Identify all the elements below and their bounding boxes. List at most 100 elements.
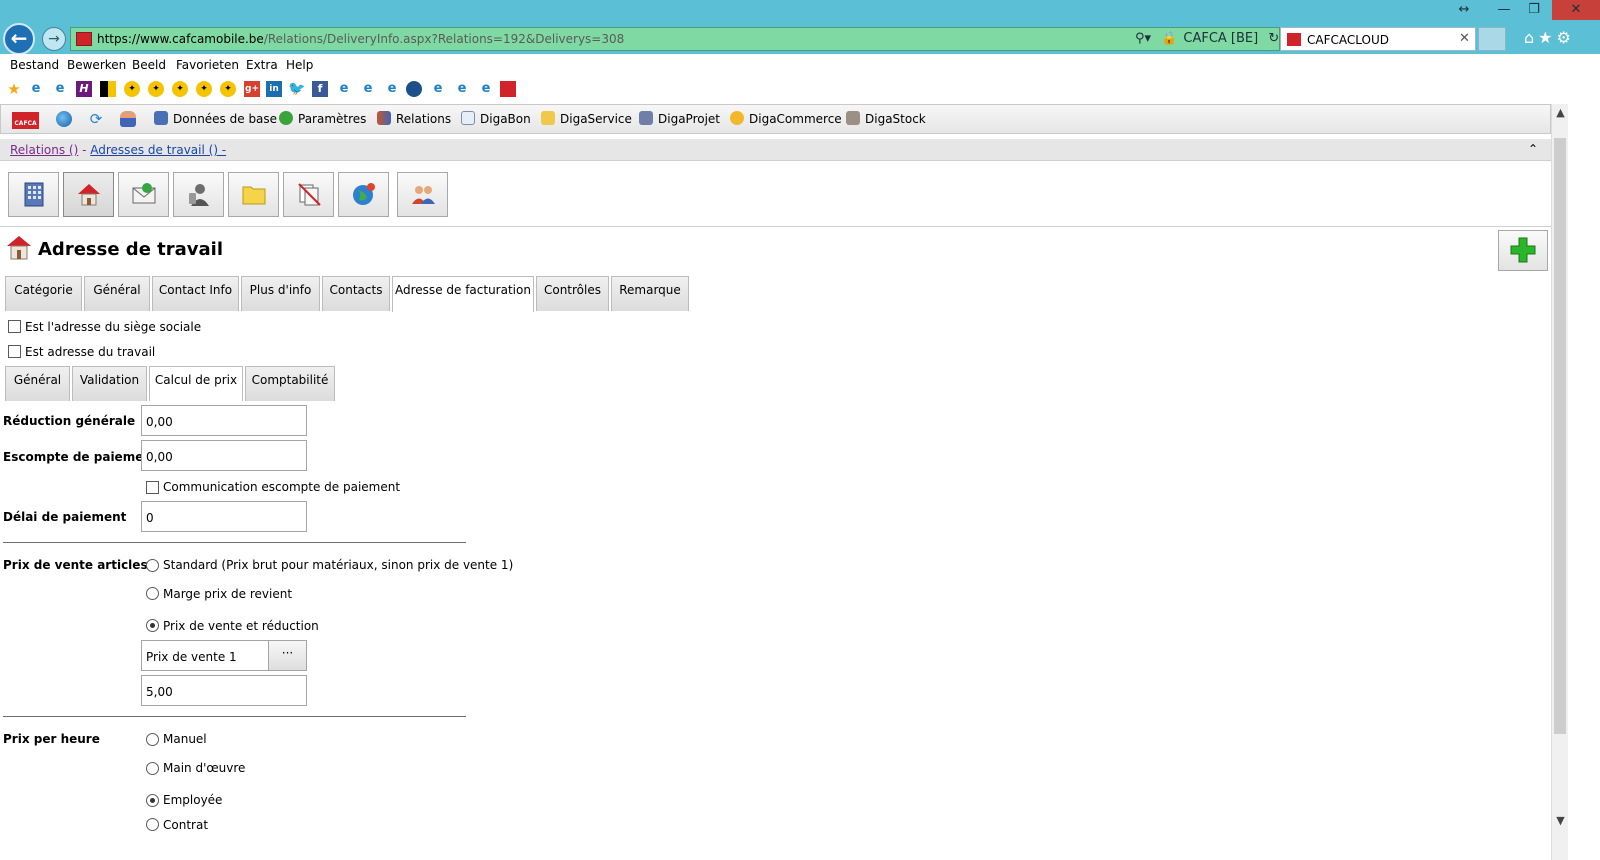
yellow-badge-icon[interactable]: ✦ xyxy=(172,81,188,97)
back-button[interactable]: ← xyxy=(3,23,35,55)
payment-discount-input[interactable]: 0,00 xyxy=(141,440,307,471)
tab-adresse-de-facturation[interactable]: Adresse de facturation xyxy=(392,276,534,312)
ie-page-icon[interactable]: e xyxy=(454,81,470,97)
ie-page-icon[interactable]: e xyxy=(384,81,400,97)
security-label[interactable]: CAFCA [BE] xyxy=(1183,31,1258,46)
pricelist-lookup[interactable]: Prix de vente 1 ··· xyxy=(141,640,307,671)
tab-categorie[interactable]: Catégorie xyxy=(5,276,82,311)
pricelist-browse-button[interactable]: ··· xyxy=(268,641,306,670)
ie-page-icon[interactable]: e xyxy=(360,81,376,97)
new-tab-button[interactable] xyxy=(1478,27,1506,51)
menu-favorieten[interactable]: Favorieten xyxy=(176,58,239,72)
toolbar-donnees-de-base[interactable]: Données de base xyxy=(154,111,277,126)
sale-price-standard-radio[interactable] xyxy=(146,559,159,572)
subtab-calcul-de-prix[interactable]: Calcul de prix xyxy=(149,366,243,401)
work-address-checkbox[interactable] xyxy=(8,345,21,358)
flag-icon[interactable] xyxy=(100,81,116,97)
twitter-icon[interactable]: 🐦 xyxy=(288,81,305,97)
close-tab-icon[interactable]: ✕ xyxy=(1459,31,1470,46)
minimize-button[interactable]: — xyxy=(1492,0,1516,20)
cafca-logo-icon[interactable]: CAFCA xyxy=(12,112,39,129)
toolbar-digastock[interactable]: DigaStock xyxy=(846,111,926,126)
refresh-icon[interactable]: ↻ xyxy=(1268,31,1279,46)
vertical-scrollbar[interactable]: ▲ ▼ xyxy=(1551,104,1568,860)
toolbar-digaservice[interactable]: DigaService xyxy=(541,111,632,126)
ie-page-icon[interactable]: e xyxy=(28,81,44,97)
subtab-validation[interactable]: Validation xyxy=(72,366,147,401)
scroll-thumb[interactable] xyxy=(1554,138,1566,734)
h-logo-icon[interactable]: H xyxy=(76,81,92,97)
globe-icon[interactable] xyxy=(56,111,72,127)
linkedin-icon[interactable]: in xyxy=(266,81,282,97)
menu-beeld[interactable]: Beeld xyxy=(132,58,166,72)
ie-page-icon[interactable]: e xyxy=(52,81,68,97)
search-icon[interactable]: ⚲▾ xyxy=(1135,31,1151,46)
toolbar-relations[interactable]: Relations xyxy=(377,111,451,126)
yellow-badge-icon[interactable]: ✦ xyxy=(124,81,140,97)
general-discount-input[interactable]: 0,00 xyxy=(141,405,307,436)
module-contacts-button[interactable] xyxy=(397,172,448,217)
toolbar-digacommerce[interactable]: DigaCommerce xyxy=(730,111,842,126)
scroll-down-icon[interactable]: ▼ xyxy=(1552,812,1569,829)
user-icon[interactable] xyxy=(120,111,136,127)
hourly-labour-radio[interactable] xyxy=(146,762,159,775)
tab-plus-d-info[interactable]: Plus d'info xyxy=(241,276,320,311)
tab-general[interactable]: Général xyxy=(84,276,150,311)
hourly-manual-radio[interactable] xyxy=(146,733,159,746)
sync-icon[interactable]: ⟳ xyxy=(88,111,104,127)
breadcrumb-adresses-de-travail[interactable]: Adresses de travail () - xyxy=(90,143,226,157)
sale-price-margin-radio[interactable] xyxy=(146,587,159,600)
forward-button[interactable]: → xyxy=(42,27,66,51)
tab-remarque[interactable]: Remarque xyxy=(611,276,689,311)
menu-help[interactable]: Help xyxy=(286,58,313,72)
cafca-logo-icon[interactable] xyxy=(500,81,516,97)
tab-contact-info[interactable]: Contact Info xyxy=(152,276,239,311)
toolbar-digaprojet[interactable]: DigaProjet xyxy=(639,111,720,126)
browser-tab[interactable]: CAFCACLOUD ✕ xyxy=(1280,27,1476,51)
add-favorite-star-icon[interactable]: ★ xyxy=(6,81,22,97)
url-text[interactable]: https://www.cafcamobile.be/Relations/Del… xyxy=(97,32,624,46)
menu-bestand[interactable]: Bestand xyxy=(10,58,59,72)
module-mail-button[interactable] xyxy=(118,172,169,217)
yellow-badge-icon[interactable]: ✦ xyxy=(148,81,164,97)
head-office-checkbox[interactable] xyxy=(8,320,21,333)
add-button[interactable] xyxy=(1498,230,1548,271)
close-window-button[interactable]: ✕ xyxy=(1552,0,1600,20)
menu-bewerken[interactable]: Bewerken xyxy=(67,58,126,72)
subtab-general[interactable]: Général xyxy=(5,366,70,401)
address-bar[interactable]: https://www.cafcamobile.be/Relations/Del… xyxy=(70,27,1280,51)
sale-price-discount-radio[interactable] xyxy=(146,619,159,632)
module-contact-person-button[interactable] xyxy=(173,172,224,217)
double-chevron-up-icon[interactable]: ⌃ xyxy=(1528,142,1538,156)
toolbar-parametres[interactable]: Paramètres xyxy=(279,111,366,126)
module-documents-button[interactable] xyxy=(283,172,334,217)
favorites-star-icon[interactable]: ★ xyxy=(1538,28,1552,47)
yellow-badge-icon[interactable]: ✦ xyxy=(220,81,236,97)
ie-page-icon[interactable]: e xyxy=(478,81,494,97)
resize-icon[interactable]: ↔ xyxy=(1452,0,1476,20)
gear-icon[interactable]: ⚙ xyxy=(1557,28,1571,47)
scroll-up-icon[interactable]: ▲ xyxy=(1552,104,1569,121)
yellow-badge-icon[interactable]: ✦ xyxy=(196,81,212,97)
subtab-comptabilite[interactable]: Comptabilité xyxy=(245,366,335,401)
ie-page-icon[interactable]: e xyxy=(336,81,352,97)
google-plus-icon[interactable]: g+ xyxy=(244,81,260,97)
payment-discount-comm-checkbox[interactable] xyxy=(146,481,159,494)
globe-icon[interactable] xyxy=(406,81,422,97)
facebook-icon[interactable]: f xyxy=(312,81,328,97)
lock-icon[interactable]: 🔒 xyxy=(1161,31,1177,46)
tab-contacts[interactable]: Contacts xyxy=(322,276,390,311)
home-icon[interactable]: ⌂ xyxy=(1524,28,1534,47)
ie-page-icon[interactable]: e xyxy=(430,81,446,97)
tab-controles[interactable]: Contrôles xyxy=(536,276,609,311)
module-company-button[interactable] xyxy=(8,172,59,217)
breadcrumb-relations[interactable]: Relations () xyxy=(10,143,78,157)
hourly-contract-radio[interactable] xyxy=(146,818,159,831)
payment-term-input[interactable]: 0 xyxy=(141,501,307,532)
module-internet-button[interactable] xyxy=(338,172,389,217)
module-folder-button[interactable] xyxy=(228,172,279,217)
toolbar-digabon[interactable]: DigaBon xyxy=(461,111,531,126)
discount-percentage-input[interactable]: 5,00 xyxy=(141,675,307,706)
restore-button[interactable]: ❐ xyxy=(1522,0,1546,20)
hourly-employee-radio[interactable] xyxy=(146,794,159,807)
